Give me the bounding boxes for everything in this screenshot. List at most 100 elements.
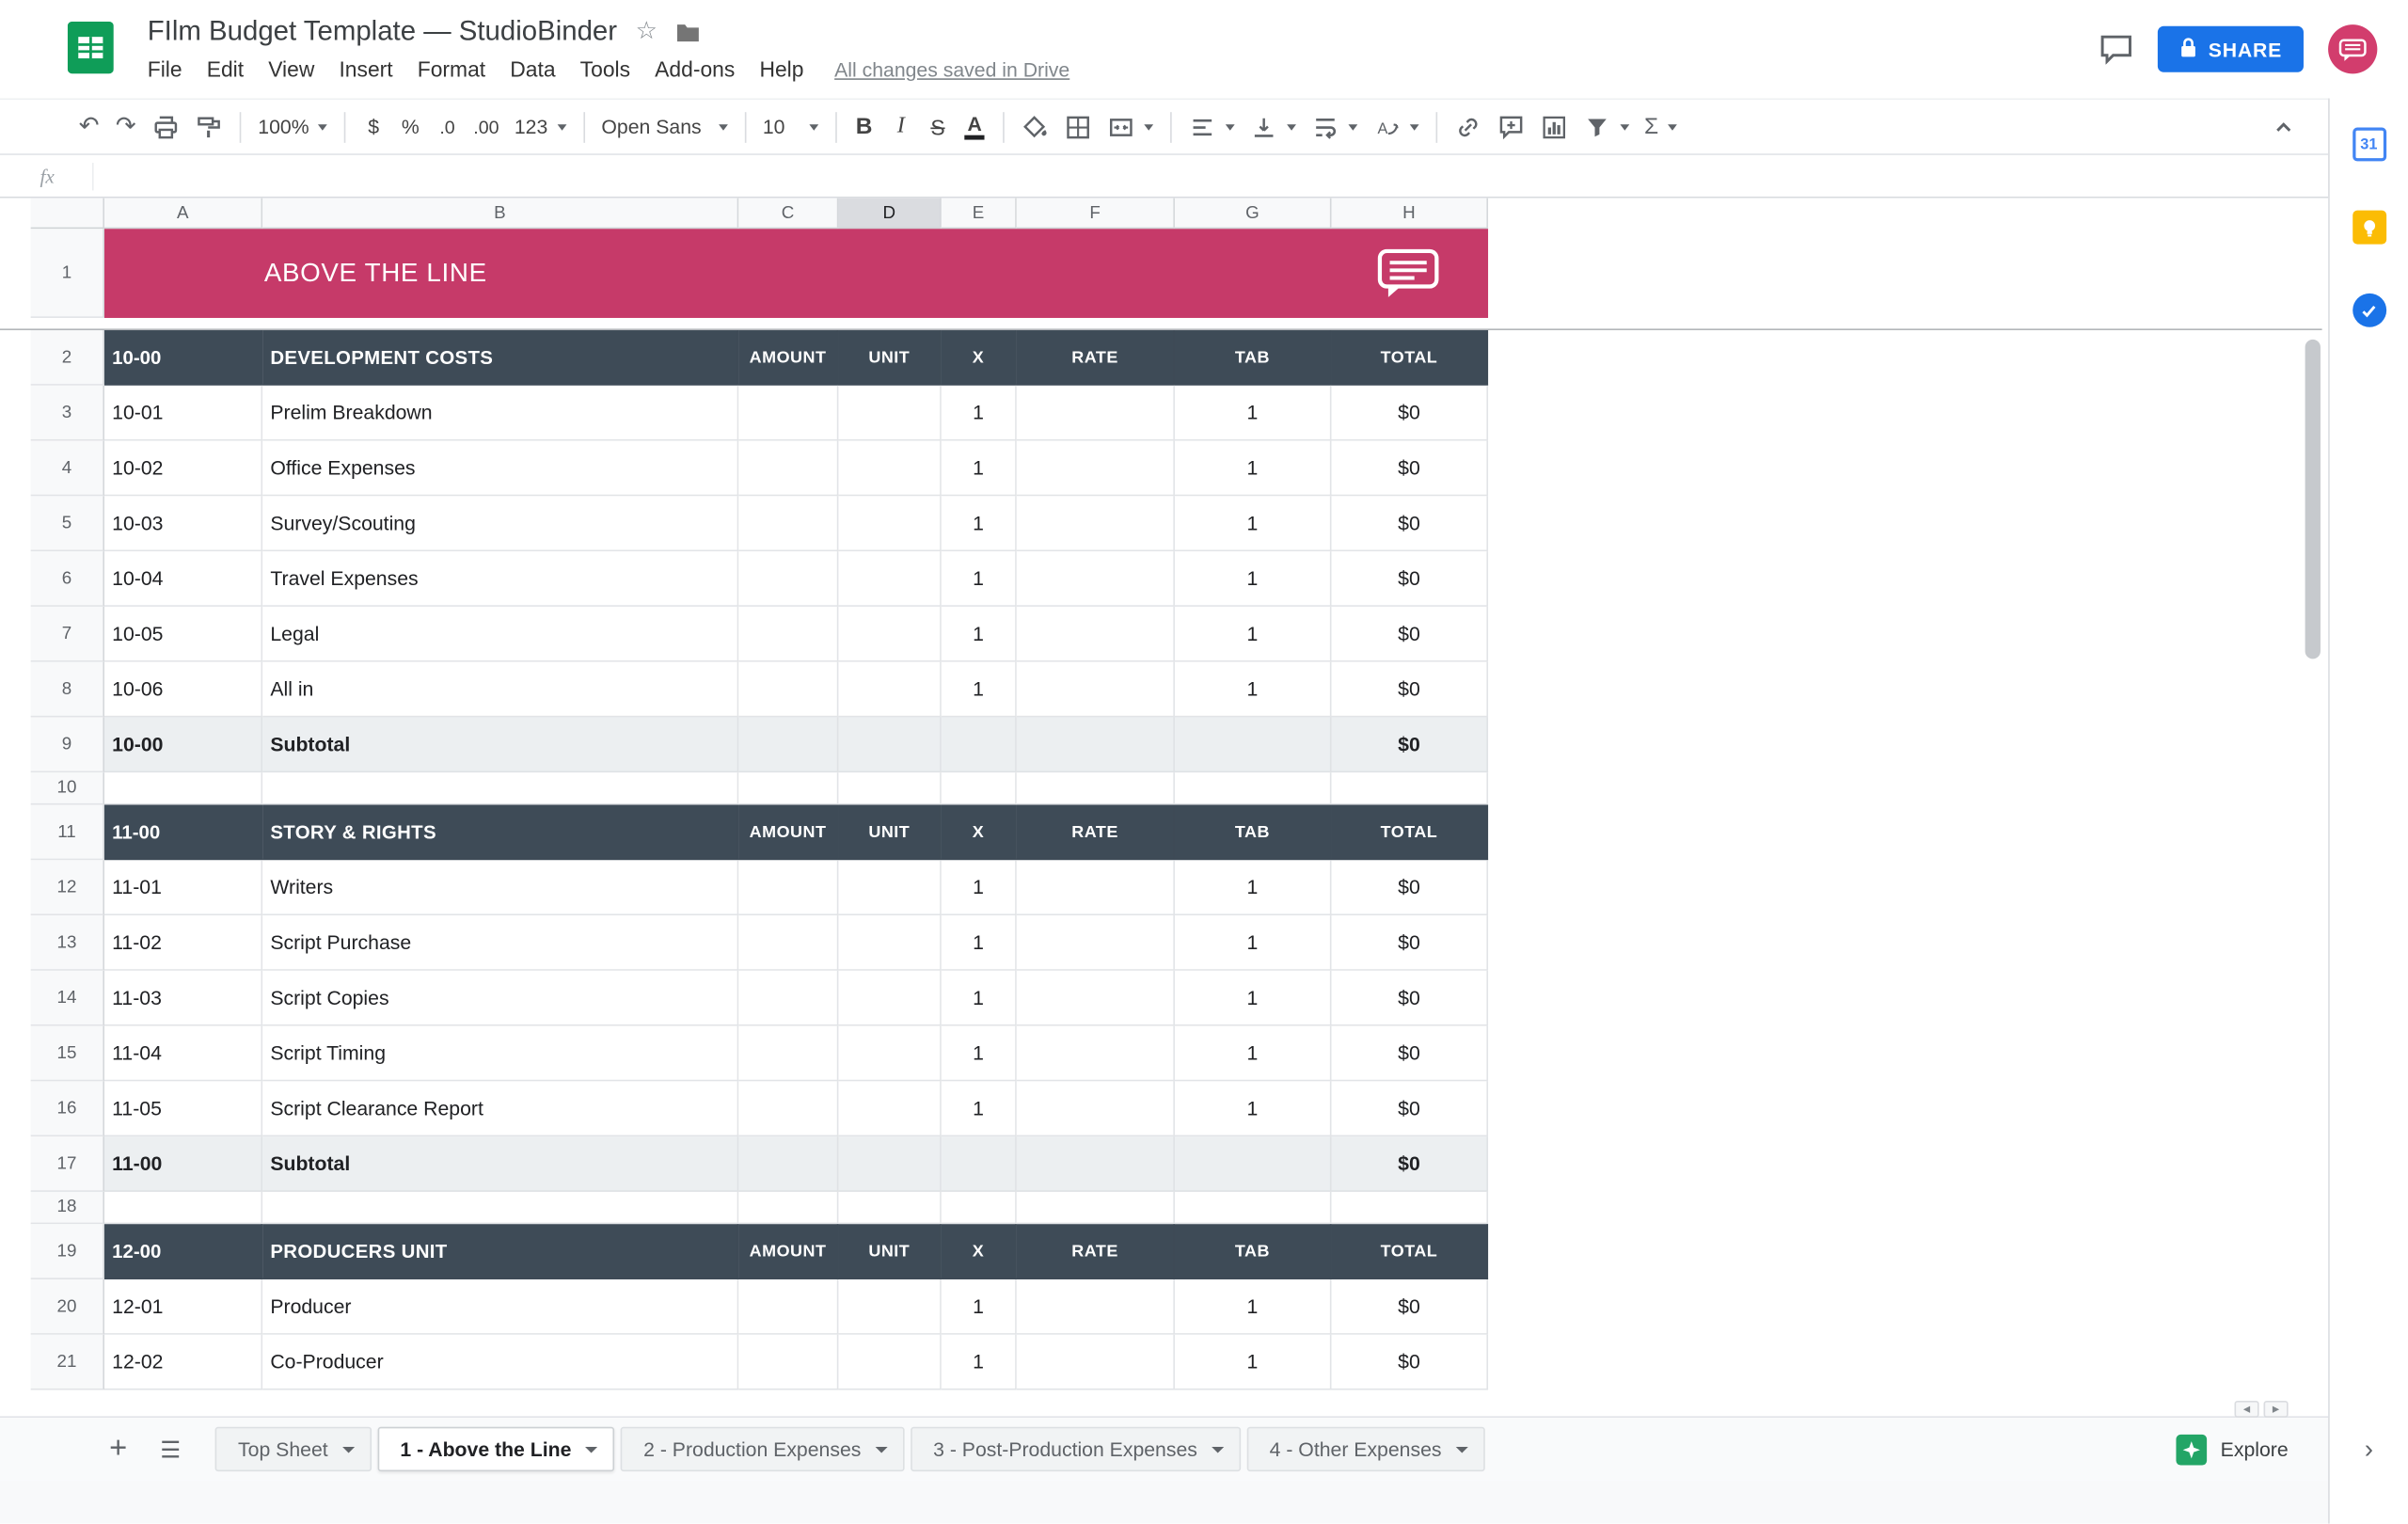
- cell-d20[interactable]: [838, 1279, 941, 1335]
- cell-h12[interactable]: $0: [1332, 860, 1489, 915]
- cell-f2[interactable]: RATE: [1017, 330, 1175, 386]
- cell-a15[interactable]: 11-04: [104, 1026, 262, 1082]
- cell-g13[interactable]: 1: [1175, 915, 1332, 971]
- cell-g20[interactable]: 1: [1175, 1279, 1332, 1335]
- menu-format[interactable]: Format: [405, 54, 499, 85]
- cell-c9[interactable]: [738, 717, 838, 772]
- menu-insert[interactable]: Insert: [326, 54, 404, 85]
- italic-button[interactable]: I: [882, 106, 919, 146]
- cell-b12[interactable]: Writers: [262, 860, 738, 915]
- cell-e18[interactable]: [942, 1192, 1017, 1224]
- cell-b16[interactable]: Script Clearance Report: [262, 1081, 738, 1136]
- row-header-12[interactable]: 12: [31, 860, 104, 915]
- filter-button[interactable]: [1576, 106, 1637, 146]
- cell-b20[interactable]: Producer: [262, 1279, 738, 1335]
- cell-g14[interactable]: 1: [1175, 971, 1332, 1026]
- cell-b18[interactable]: [262, 1192, 738, 1224]
- insert-comment-button[interactable]: [1489, 106, 1532, 146]
- cell-e14[interactable]: 1: [942, 971, 1017, 1026]
- cell-b5[interactable]: Survey/Scouting: [262, 496, 738, 551]
- row-header-17[interactable]: 17: [31, 1136, 104, 1192]
- cell-h20[interactable]: $0: [1332, 1279, 1489, 1335]
- cell-g15[interactable]: 1: [1175, 1026, 1332, 1082]
- cell-h3[interactable]: $0: [1332, 386, 1489, 441]
- row-header-11[interactable]: 11: [31, 805, 104, 861]
- cell-d17[interactable]: [838, 1136, 941, 1192]
- column-header-a[interactable]: A: [104, 198, 262, 230]
- add-sheet-button[interactable]: +: [98, 1429, 137, 1468]
- cell-f17[interactable]: [1017, 1136, 1175, 1192]
- cell-f9[interactable]: [1017, 717, 1175, 772]
- row-header-19[interactable]: 19: [31, 1224, 104, 1279]
- paint-format-button[interactable]: [187, 106, 230, 146]
- undo-button[interactable]: ↶: [71, 106, 107, 146]
- cell-d16[interactable]: [838, 1081, 941, 1136]
- text-rotation-button[interactable]: A: [1365, 106, 1426, 146]
- cell-d7[interactable]: [838, 607, 941, 662]
- cell-h13[interactable]: $0: [1332, 915, 1489, 971]
- cell-e2[interactable]: X: [942, 330, 1017, 386]
- cell-e16[interactable]: 1: [942, 1081, 1017, 1136]
- cell-a9[interactable]: 10-00: [104, 717, 262, 772]
- cell-f19[interactable]: RATE: [1017, 1224, 1175, 1279]
- cell-a2[interactable]: 10-00: [104, 330, 262, 386]
- menu-view[interactable]: View: [256, 54, 326, 85]
- saved-status-link[interactable]: All changes saved in Drive: [834, 57, 1069, 80]
- cell-a6[interactable]: 10-04: [104, 551, 262, 607]
- font-size-select[interactable]: 10: [755, 106, 826, 146]
- cell-e15[interactable]: 1: [942, 1026, 1017, 1082]
- number-format-select[interactable]: 123: [507, 106, 574, 146]
- insert-chart-button[interactable]: [1532, 106, 1576, 146]
- row-header-4[interactable]: 4: [31, 441, 104, 497]
- cell-f4[interactable]: [1017, 441, 1175, 497]
- row-header-3[interactable]: 3: [31, 386, 104, 441]
- cell-d14[interactable]: [838, 971, 941, 1026]
- cell-b7[interactable]: Legal: [262, 607, 738, 662]
- strikethrough-button[interactable]: S: [919, 106, 956, 146]
- cell-g10[interactable]: [1175, 772, 1332, 804]
- text-wrap-button[interactable]: [1304, 106, 1365, 146]
- cell-a11[interactable]: 11-00: [104, 805, 262, 861]
- cell-b13[interactable]: Script Purchase: [262, 915, 738, 971]
- menu-help[interactable]: Help: [747, 54, 816, 85]
- cell-d2[interactable]: UNIT: [838, 330, 941, 386]
- cell-g18[interactable]: [1175, 1192, 1332, 1224]
- row-header-18[interactable]: 18: [31, 1192, 104, 1224]
- cell-g9[interactable]: [1175, 717, 1332, 772]
- cell-a7[interactable]: 10-05: [104, 607, 262, 662]
- row-header-14[interactable]: 14: [31, 971, 104, 1026]
- cell-h18[interactable]: [1332, 1192, 1489, 1224]
- cell-g16[interactable]: 1: [1175, 1081, 1332, 1136]
- select-all-corner[interactable]: [31, 198, 104, 230]
- cell-c17[interactable]: [738, 1136, 838, 1192]
- cell-f3[interactable]: [1017, 386, 1175, 441]
- cell-f7[interactable]: [1017, 607, 1175, 662]
- functions-button[interactable]: Σ: [1637, 106, 1685, 146]
- scroll-left-button[interactable]: ◂: [2235, 1401, 2259, 1418]
- cell-d4[interactable]: [838, 441, 941, 497]
- row-header-9[interactable]: 9: [31, 717, 104, 772]
- cell-c5[interactable]: [738, 496, 838, 551]
- row-header-15[interactable]: 15: [31, 1026, 104, 1082]
- tab-1-above-the-line[interactable]: 1 - Above the Line: [377, 1427, 614, 1471]
- print-button[interactable]: [144, 106, 187, 146]
- cell-h19[interactable]: TOTAL: [1332, 1224, 1489, 1279]
- cell-d3[interactable]: [838, 386, 941, 441]
- share-button[interactable]: SHARE: [2158, 26, 2304, 72]
- vertical-align-button[interactable]: [1242, 106, 1303, 146]
- cell-f5[interactable]: [1017, 496, 1175, 551]
- column-header-d[interactable]: D: [838, 198, 941, 230]
- row-header-5[interactable]: 5: [31, 496, 104, 551]
- scroll-right-button[interactable]: ▸: [2264, 1401, 2289, 1418]
- redo-button[interactable]: ↷: [107, 106, 144, 146]
- cell-d11[interactable]: UNIT: [838, 805, 941, 861]
- cell-h11[interactable]: TOTAL: [1332, 805, 1489, 861]
- column-header-e[interactable]: E: [942, 198, 1017, 230]
- cell-f20[interactable]: [1017, 1279, 1175, 1335]
- cell-f10[interactable]: [1017, 772, 1175, 804]
- banner-above-the-line[interactable]: ABOVE THE LINE: [104, 229, 1488, 318]
- cell-e12[interactable]: 1: [942, 860, 1017, 915]
- rail-expand-chevron[interactable]: ›: [2365, 1435, 2373, 1466]
- cell-h2[interactable]: TOTAL: [1332, 330, 1489, 386]
- tab-top-sheet[interactable]: Top Sheet: [215, 1427, 372, 1471]
